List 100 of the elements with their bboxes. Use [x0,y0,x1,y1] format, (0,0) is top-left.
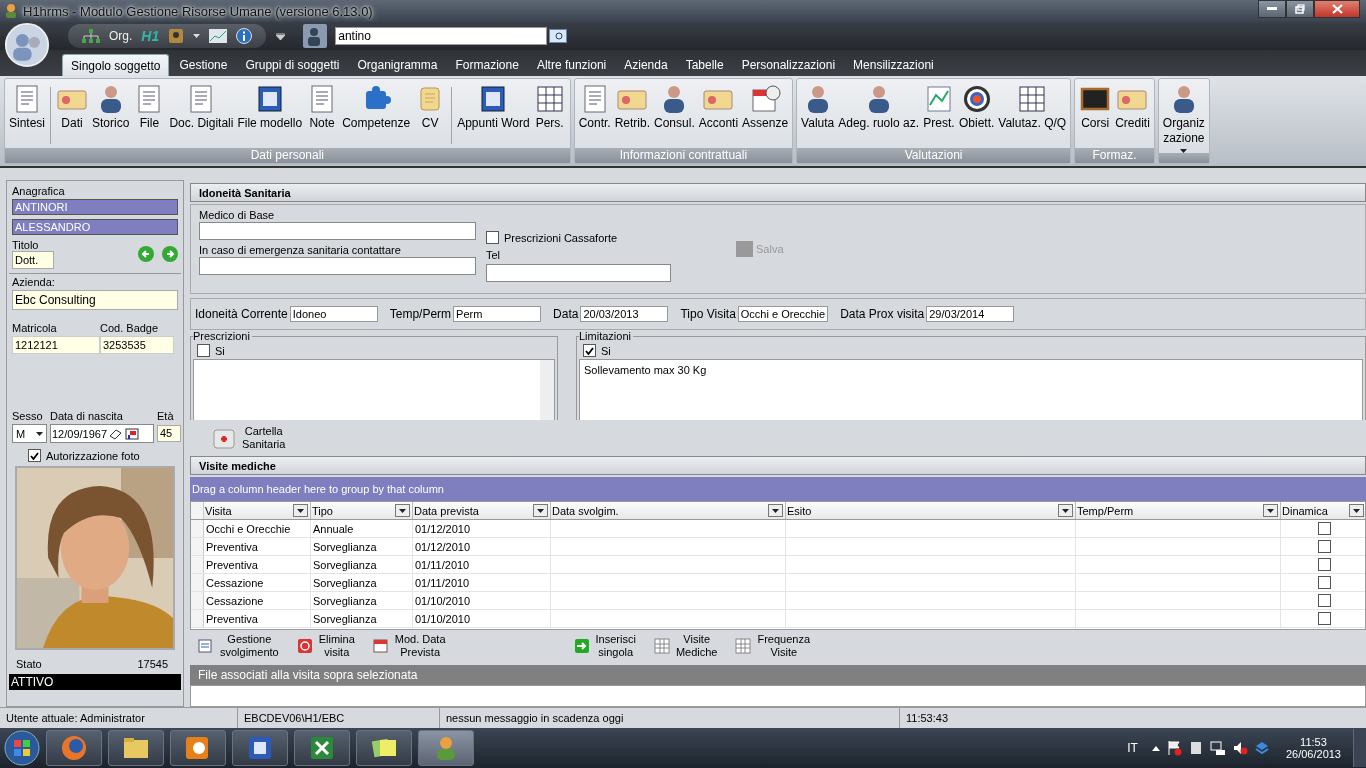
filter-button[interactable] [395,504,410,517]
ribbon-tab[interactable]: Personalizzazioni [733,54,844,76]
filter-button[interactable] [533,504,548,517]
ribbon-button[interactable]: Crediti [1113,83,1152,130]
health-record-button[interactable]: Cartella Sanitaria [208,425,290,451]
ribbon-button[interactable]: Assenze [740,83,791,130]
column-header[interactable]: Dinamica [1281,502,1365,519]
calendar-icon[interactable] [125,427,140,440]
start-button[interactable] [4,730,40,766]
ribbon-button[interactable]: Valuta [799,83,837,130]
ribbon-button[interactable]: File [131,83,168,130]
filter-button[interactable] [1263,504,1278,517]
photo-authorization-checkbox[interactable]: Autorizzazione foto [28,449,178,462]
prescriptions-checkbox[interactable]: Si [197,344,551,357]
filter-button[interactable] [1349,504,1364,517]
value-field[interactable]: Idoneo [289,306,378,322]
dynamic-checkbox[interactable] [1318,522,1331,535]
safe-prescriptions-checkbox[interactable]: Prescrizioni Cassaforte [486,231,671,244]
filter-button[interactable] [1058,504,1073,517]
name-field[interactable]: ALESSANDRO [12,219,178,235]
close-button[interactable] [1314,0,1360,18]
ribbon-button[interactable]: Prest. [920,83,957,130]
org-button[interactable]: Org. [109,29,133,43]
title-field[interactable]: Dott. [12,251,54,269]
matricola-field[interactable]: 1212121 [12,336,100,354]
scrollbar[interactable] [540,360,554,420]
ribbon-button[interactable]: Obiett. [956,83,997,130]
badge-field[interactable]: 3253535 [100,336,174,354]
ribbon-tab[interactable]: Mensilizzazioni [845,54,942,76]
doctor-field[interactable] [199,222,476,240]
ribbon-button[interactable]: Corsi [1077,83,1114,130]
action-button[interactable]: Inserisci singola [569,633,640,659]
restore-button[interactable] [1286,0,1314,18]
info-icon[interactable] [236,28,253,44]
dynamic-checkbox[interactable] [1318,612,1331,625]
column-header[interactable]: Visita [204,502,311,519]
emergency-contact-field[interactable] [199,257,476,275]
network-icon[interactable] [1209,740,1226,756]
dynamic-checkbox[interactable] [1318,558,1331,571]
ribbon-button[interactable]: Consul. [652,83,697,130]
ribbon-button[interactable]: Storico [90,83,132,130]
column-header[interactable]: Tipo [311,502,413,519]
ribbon-tab[interactable]: Tabelle [677,54,732,76]
ribbon-tab[interactable]: Azienda [616,54,676,76]
ribbon-button[interactable]: Competenze [340,83,413,130]
filter-button[interactable] [293,504,308,517]
limitations-textarea[interactable]: Sollevamento max 30 Kg [579,359,1363,420]
language-indicator[interactable]: IT [1127,741,1138,755]
prescriptions-textarea[interactable] [193,359,555,420]
action-button[interactable]: Gestione svolgimento [194,633,283,659]
ribbon-button[interactable]: Acconti [696,83,741,130]
ribbon-button[interactable]: Sintesi [7,83,48,130]
eraser-icon[interactable] [109,427,124,440]
ribbon-button[interactable]: Contr. [576,83,613,130]
speaker-icon[interactable] [1231,740,1248,756]
dynamic-checkbox[interactable] [1318,594,1331,607]
surname-field[interactable]: ANTINORI [12,199,178,215]
action-button[interactable]: Visite Mediche [649,633,722,659]
ribbon-tab[interactable]: Singolo soggetto [62,54,170,76]
ribbon-button[interactable]: Note [304,83,341,130]
taskbar-clock[interactable]: 11:53 26/06/2013 [1285,736,1341,760]
ribbon-button[interactable]: Doc. Digitali [167,83,236,130]
ribbon-button[interactable]: Valutaz. Q/Q [996,83,1069,130]
ribbon-tab[interactable]: Gruppi di soggetti [237,54,348,76]
ribbon-button[interactable]: Dati [54,83,91,130]
ribbon-button[interactable]: Adeg. ruolo az. [836,83,921,130]
taskbar-app[interactable] [294,730,350,766]
ribbon-tab[interactable]: Formazione [447,54,527,76]
ribbon-button[interactable]: File modello [235,83,305,130]
value-field[interactable]: 29/03/2014 [926,306,1015,322]
phone-field[interactable] [486,264,671,282]
ribbon-button[interactable]: Appunti Word [455,83,532,130]
ribbon-tab[interactable]: Altre funzioni [528,54,615,76]
ribbon-tab[interactable]: Organigramma [349,54,446,76]
action-button[interactable]: Frequenza Visite [731,633,815,659]
column-header[interactable]: Temp/Perm [1076,502,1281,519]
caret-icon[interactable] [1151,745,1160,751]
taskbar-app[interactable] [232,730,288,766]
chart-icon[interactable] [209,29,228,43]
ribbon-button[interactable]: Organiz zazione [1160,83,1207,153]
limitations-checkbox[interactable]: Si [583,344,1359,357]
column-header[interactable]: Data svolgim. [551,502,786,519]
search-field[interactable]: antino [335,27,548,45]
minimize-button[interactable] [1258,0,1286,18]
column-header[interactable]: Data prevista [413,502,551,519]
group-by-area[interactable]: Drag a column header here to group by that column [190,477,1366,501]
column-header[interactable]: Esito [786,502,1076,519]
customize-caret-icon[interactable] [276,32,286,40]
company-field[interactable]: Ebc Consulting [12,290,178,310]
taskbar-app[interactable] [108,730,164,766]
sex-dropdown[interactable]: M [12,424,47,443]
action-button[interactable]: Elimina visita [292,633,359,659]
filter-button[interactable] [768,504,783,517]
search-icon[interactable] [549,29,568,43]
person-search-icon[interactable] [303,24,328,48]
age-field[interactable]: 45 [157,425,181,442]
value-field[interactable]: Occhi e Orecchie [737,306,829,322]
taskbar-app[interactable] [170,730,226,766]
flag-icon[interactable] [1165,740,1182,756]
dynamic-checkbox[interactable] [1318,540,1331,553]
